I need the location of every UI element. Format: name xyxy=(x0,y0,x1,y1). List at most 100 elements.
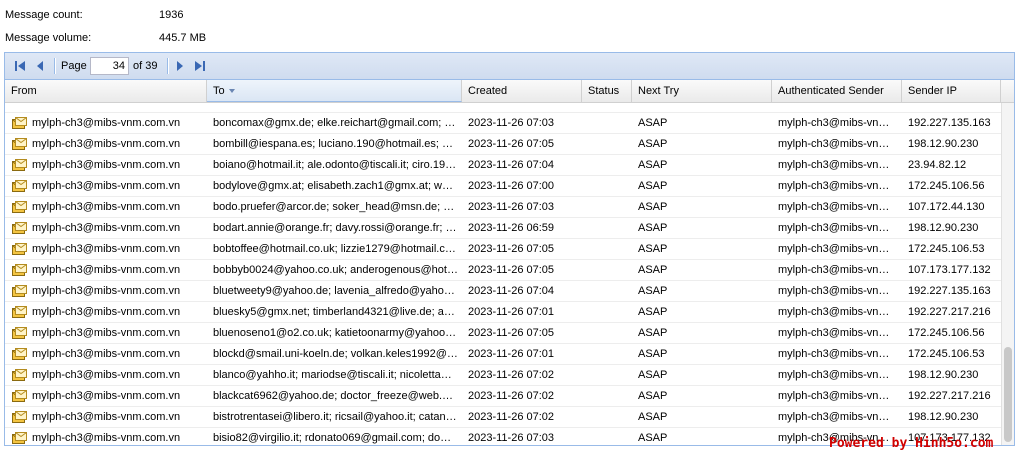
table-row[interactable]: mylph-ch3@mibs-vnm.com.vn bluesky5@gmx.ne… xyxy=(5,302,1001,323)
cell-to: bobtoffee@hotmail.co.uk; lizzie1279@hotm… xyxy=(213,243,456,255)
table-row[interactable]: mylph-ch3@mibs-vnm.com.vn bombill@iespana… xyxy=(5,134,1001,155)
cell-status xyxy=(582,239,632,259)
cell-status xyxy=(582,197,632,217)
table-row[interactable]: mylph-ch3@mibs-vnm.com.vn bodylove@gmx.at… xyxy=(5,176,1001,197)
table-row[interactable]: mylph-ch3@mibs-vnm.com.vn bluenoseno1@o2.… xyxy=(5,323,1001,344)
cell-created: 2023-11-26 07:04 xyxy=(468,159,555,171)
grid-body: mylph-ch3@mibs-vnm.com.vn boncomax@gmx.de… xyxy=(5,103,1014,445)
cell-to: bisio82@virgilio.it; rdonato069@gmail.co… xyxy=(213,432,452,444)
cell-sender-ip: 172.245.106.56 xyxy=(908,180,985,192)
cell-authenticated-sender: mylph-ch3@mibs-vn… xyxy=(778,222,890,234)
cell-status xyxy=(582,218,632,238)
cell-next-try: ASAP xyxy=(638,222,668,234)
table-row[interactable]: mylph-ch3@mibs-vnm.com.vn boiano@hotmail.… xyxy=(5,155,1001,176)
page-label: Page xyxy=(61,60,87,72)
cell-to: blackcat6962@yahoo.de; doctor_freeze@web… xyxy=(213,390,454,402)
cell-from: mylph-ch3@mibs-vnm.com.vn xyxy=(32,432,181,444)
queue-summary: Message count: 1936 Message volume: 445.… xyxy=(0,0,1020,50)
cell-status xyxy=(582,134,632,154)
cell-from: mylph-ch3@mibs-vnm.com.vn xyxy=(32,369,181,381)
cell-from: mylph-ch3@mibs-vnm.com.vn xyxy=(32,390,181,402)
table-row[interactable]: mylph-ch3@mibs-vnm.com.vn bluetweety9@yah… xyxy=(5,281,1001,302)
table-row[interactable]: mylph-ch3@mibs-vnm.com.vn blackcat6962@ya… xyxy=(5,386,1001,407)
cell-authenticated-sender: mylph-ch3@mibs-vn… xyxy=(778,117,890,129)
column-header-next-try[interactable]: Next Try xyxy=(632,80,772,102)
cell-sender-ip: 172.245.106.56 xyxy=(908,327,985,339)
cell-sender-ip: 107.172.44.130 xyxy=(908,201,985,213)
cell-next-try: ASAP xyxy=(638,285,668,297)
cell-sender-ip: 172.245.106.53 xyxy=(908,348,985,360)
cell-to: bodart.annie@orange.fr; davy.rossi@orang… xyxy=(213,222,457,234)
cell-from: mylph-ch3@mibs-vnm.com.vn xyxy=(32,285,181,297)
table-row[interactable]: mylph-ch3@mibs-vnm.com.vn blanco@yahho.it… xyxy=(5,365,1001,386)
cell-created: 2023-11-26 07:05 xyxy=(468,138,555,150)
cell-to: blockd@smail.uni-koeln.de; volkan.keles1… xyxy=(213,348,458,360)
cell-authenticated-sender: mylph-ch3@mibs-vn… xyxy=(778,369,890,381)
previous-page-button[interactable] xyxy=(32,58,48,74)
cell-created: 2023-11-26 07:02 xyxy=(468,390,555,402)
page-number-input[interactable]: 34 xyxy=(90,57,129,75)
cell-status xyxy=(582,113,632,133)
column-header-authenticated-sender[interactable]: Authenticated Sender xyxy=(772,80,902,102)
table-row[interactable]: mylph-ch3@mibs-vnm.com.vn bodo.pruefer@ar… xyxy=(5,197,1001,218)
cell-status xyxy=(582,407,632,427)
cell-to: bluesky5@gmx.net; timberland4321@live.de… xyxy=(213,306,455,318)
cell-to: bobbyb0024@yahoo.co.uk; anderogenous@hot… xyxy=(213,264,458,276)
table-row-partial xyxy=(5,103,1001,113)
cell-authenticated-sender: mylph-ch3@mibs-vn… xyxy=(778,138,890,150)
cell-created: 2023-11-26 07:05 xyxy=(468,243,555,255)
cell-status xyxy=(582,155,632,175)
cell-sender-ip: 107.173.177.132 xyxy=(908,264,991,276)
message-queue-grid: Page 34 of 39 From To Created Status Nex… xyxy=(4,52,1015,446)
cell-sender-ip: 198.12.90.230 xyxy=(908,222,979,234)
cell-created: 2023-11-26 07:02 xyxy=(468,369,555,381)
cell-from: mylph-ch3@mibs-vnm.com.vn xyxy=(32,159,181,171)
last-page-button[interactable] xyxy=(192,58,208,74)
column-header-status[interactable]: Status xyxy=(582,80,632,102)
cell-status xyxy=(582,386,632,406)
cell-next-try: ASAP xyxy=(638,180,668,192)
column-header-created[interactable]: Created xyxy=(462,80,582,102)
message-volume-label: Message volume: xyxy=(5,32,92,44)
cell-created: 2023-11-26 07:01 xyxy=(468,348,555,360)
cell-sender-ip: 172.245.106.53 xyxy=(908,243,985,255)
cell-authenticated-sender: mylph-ch3@mibs-vn… xyxy=(778,411,890,423)
cell-to: bistrotrentasei@libero.it; ricsail@yahoo… xyxy=(213,411,457,423)
first-page-button[interactable] xyxy=(12,58,28,74)
cell-to: bluenoseno1@o2.co.uk; katietoonarmy@yaho… xyxy=(213,327,457,339)
table-row[interactable]: mylph-ch3@mibs-vnm.com.vn bobtoffee@hotma… xyxy=(5,239,1001,260)
cell-authenticated-sender: mylph-ch3@mibs-vn… xyxy=(778,306,890,318)
cell-from: mylph-ch3@mibs-vnm.com.vn xyxy=(32,306,181,318)
cell-sender-ip: 192.227.217.216 xyxy=(908,306,991,318)
cell-to: bodylove@gmx.at; elisabeth.zach1@gmx.at;… xyxy=(213,180,453,192)
cell-to: bodo.pruefer@arcor.de; soker_head@msn.de… xyxy=(213,201,455,213)
message-volume-value: 445.7 MB xyxy=(159,32,207,44)
table-row[interactable]: mylph-ch3@mibs-vnm.com.vn boncomax@gmx.de… xyxy=(5,113,1001,134)
table-row[interactable]: mylph-ch3@mibs-vnm.com.vn bobbyb0024@yaho… xyxy=(5,260,1001,281)
column-header-sender-ip[interactable]: Sender IP xyxy=(902,80,1001,102)
cell-next-try: ASAP xyxy=(638,327,668,339)
cell-created: 2023-11-26 07:00 xyxy=(468,180,555,192)
cell-from: mylph-ch3@mibs-vnm.com.vn xyxy=(32,201,181,213)
cell-created: 2023-11-26 07:04 xyxy=(468,285,555,297)
cell-next-try: ASAP xyxy=(638,264,668,276)
cell-sender-ip: 192.227.217.216 xyxy=(908,390,991,402)
previous-page-icon xyxy=(37,61,43,71)
message-count-value: 1936 xyxy=(159,9,184,21)
cell-sender-ip: 23.94.82.12 xyxy=(908,159,967,171)
paging-toolbar: Page 34 of 39 xyxy=(5,53,1014,80)
table-row[interactable]: mylph-ch3@mibs-vnm.com.vn bistrotrentasei… xyxy=(5,407,1001,428)
cell-from: mylph-ch3@mibs-vnm.com.vn xyxy=(32,180,181,192)
cell-created: 2023-11-26 07:05 xyxy=(468,264,555,276)
column-header-from[interactable]: From xyxy=(5,80,207,102)
table-row[interactable]: mylph-ch3@mibs-vnm.com.vn bodart.annie@or… xyxy=(5,218,1001,239)
vertical-scrollbar[interactable] xyxy=(1001,103,1014,445)
scrollbar-thumb[interactable] xyxy=(1004,347,1012,442)
table-row[interactable]: mylph-ch3@mibs-vnm.com.vn blockd@smail.un… xyxy=(5,344,1001,365)
cell-status xyxy=(582,260,632,280)
cell-sender-ip: 198.12.90.230 xyxy=(908,138,979,150)
cell-created: 2023-11-26 07:05 xyxy=(468,327,555,339)
column-header-to[interactable]: To xyxy=(207,80,462,102)
cell-authenticated-sender: mylph-ch3@mibs-vn… xyxy=(778,348,890,360)
next-page-button[interactable] xyxy=(172,58,188,74)
